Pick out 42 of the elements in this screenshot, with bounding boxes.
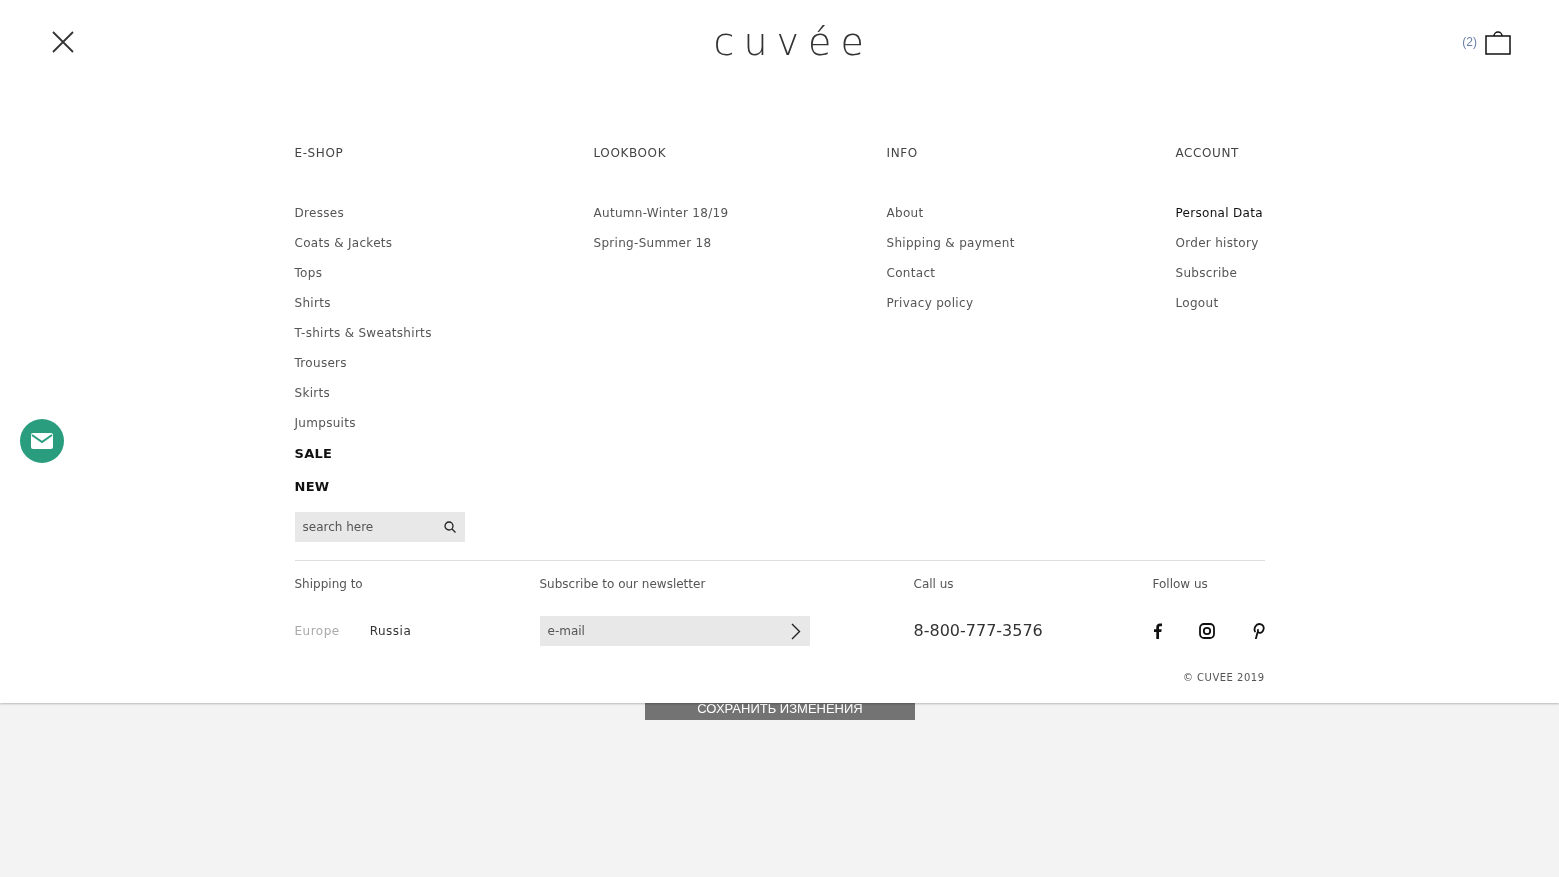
menu-link[interactable]: NEW	[294, 479, 330, 495]
menu-link[interactable]: About	[886, 206, 924, 220]
search-field[interactable]: search here	[294, 512, 465, 542]
menu-link[interactable]: Subscribe	[1175, 266, 1238, 280]
menu-link[interactable]: Trousers	[294, 356, 347, 370]
menu-link[interactable]: Shirts	[294, 296, 331, 310]
envelope-icon	[31, 433, 53, 449]
menu-link[interactable]: Personal Data	[1175, 206, 1263, 220]
search-icon[interactable]	[443, 521, 456, 533]
menu-link[interactable]: Order history	[1175, 236, 1259, 250]
menu-heading: E-SHOP	[294, 146, 345, 162]
menu-heading: ACCOUNT	[1175, 146, 1240, 162]
logo[interactable]: cuvée	[713, 20, 873, 64]
menu-link[interactable]: T-shirts & Sweatshirts	[294, 326, 432, 340]
cart-button[interactable]: (2)	[1462, 29, 1511, 55]
phone-number[interactable]: 8-800-777-3576	[913, 616, 1153, 646]
follow-label: Follow us	[1152, 577, 1209, 591]
menu-link[interactable]: Dresses	[294, 206, 345, 220]
menu-heading: LOOKBOOK	[593, 146, 668, 162]
menu-link[interactable]: Privacy policy	[886, 296, 974, 310]
menu-link[interactable]: SALE	[294, 446, 333, 462]
pinterest-icon[interactable]	[1251, 623, 1265, 639]
menu-link[interactable]: Coats & Jackets	[294, 236, 393, 250]
menu-link[interactable]: Spring-Summer 18	[593, 236, 712, 250]
shipping-label: Shipping to	[294, 577, 364, 591]
menu-link[interactable]: Contact	[886, 266, 936, 280]
instagram-icon[interactable]	[1198, 623, 1215, 639]
newsletter-label: Subscribe to our newsletter	[539, 577, 707, 591]
close-button[interactable]	[52, 31, 74, 53]
copyright: © CUVEE 2019	[1181, 672, 1265, 683]
menu-link[interactable]: Autumn-Winter 18/19	[593, 206, 729, 220]
menu-link[interactable]: Logout	[1175, 296, 1219, 310]
menu-heading: INFO	[886, 146, 919, 162]
menu-link[interactable]: Tops	[294, 266, 323, 280]
menu-link[interactable]: Skirts	[294, 386, 331, 400]
facebook-icon[interactable]	[1152, 623, 1162, 639]
region-option[interactable]: Russia	[369, 624, 412, 638]
call-label: Call us	[913, 577, 955, 591]
email-field[interactable]: e-mail	[539, 616, 810, 646]
menu-link[interactable]: Jumpsuits	[294, 416, 356, 430]
menu-link[interactable]: Shipping & payment	[886, 236, 1015, 250]
chevron-right-icon[interactable]	[790, 622, 801, 640]
